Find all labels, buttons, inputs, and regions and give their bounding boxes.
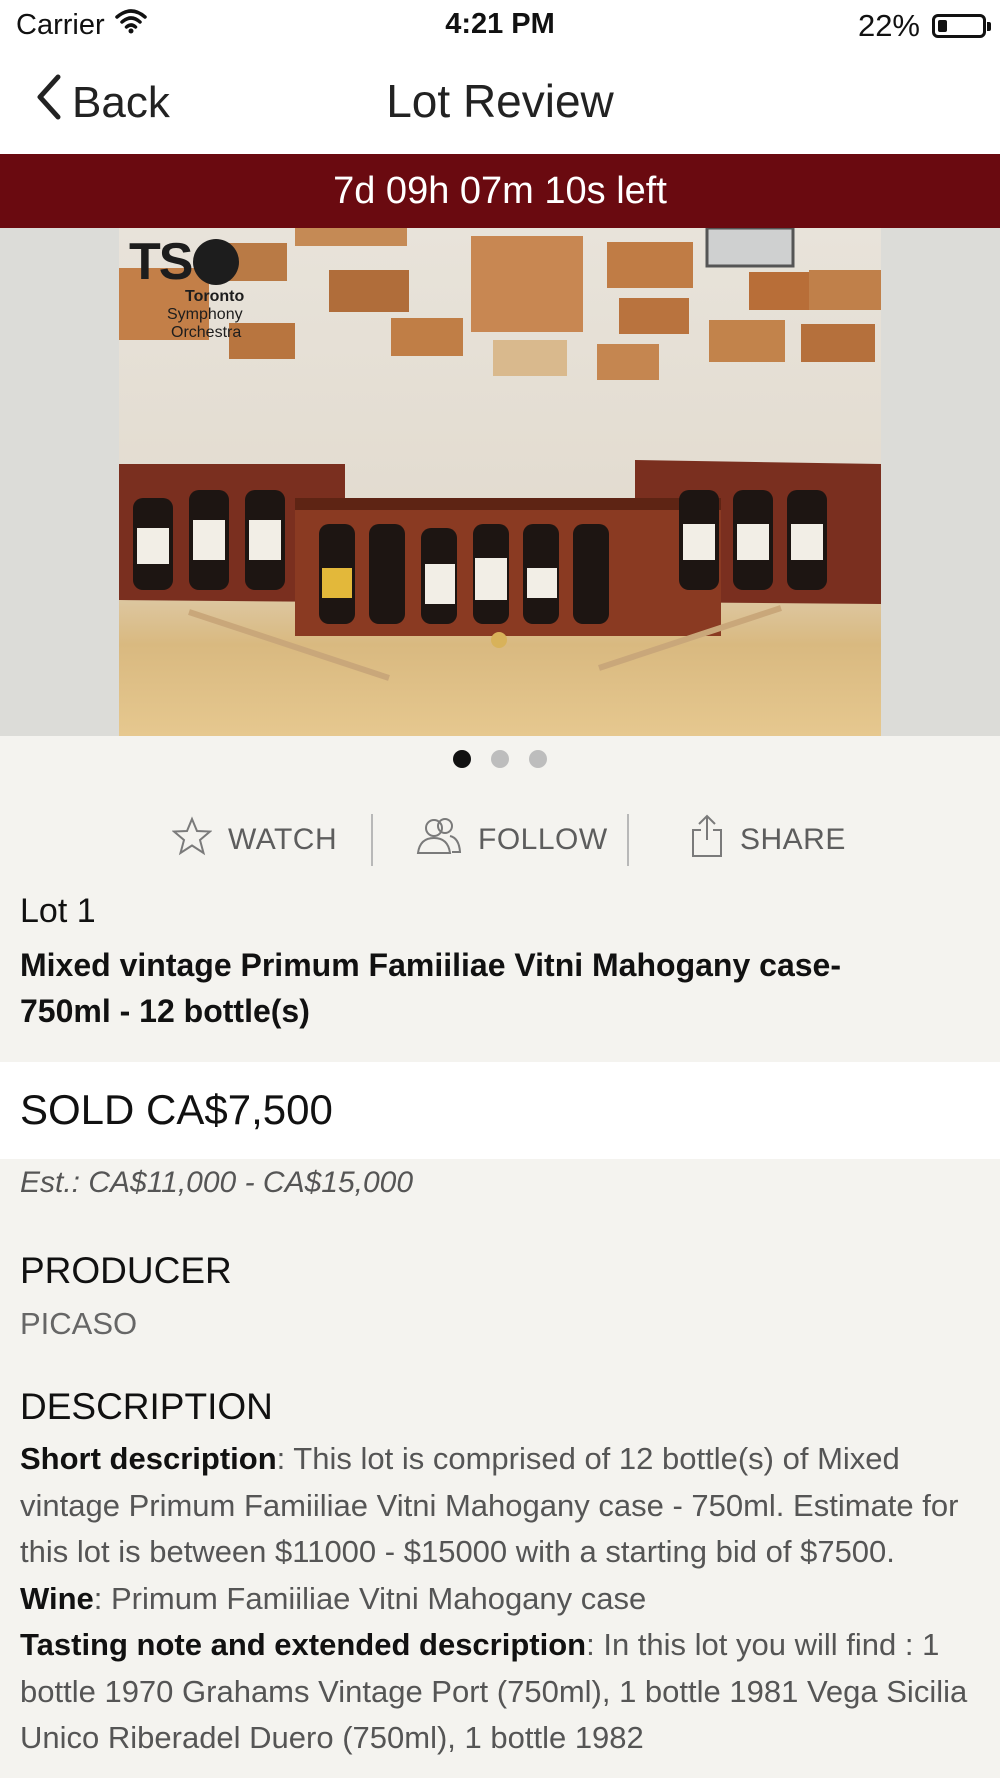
logo-text-2: Symphony	[167, 306, 243, 323]
follow-button[interactable]: FOLLOW	[414, 810, 608, 870]
lot-image-gallery[interactable]: TS Toronto Symphony Orchestra	[0, 228, 1000, 736]
sold-price-box: SOLD CA$7,500	[0, 1062, 1000, 1159]
gallery-pager[interactable]	[0, 750, 1000, 770]
battery-fill	[938, 20, 947, 32]
status-right: 22%	[857, 8, 991, 44]
divider	[371, 814, 373, 866]
status-time: 4:21 PM	[445, 8, 555, 40]
lot-title: Mixed vintage Primum Famiiliae Vitni Mah…	[20, 947, 841, 1029]
follow-label: FOLLOW	[478, 823, 608, 856]
status-bar: Carrier 4:21 PM 22%	[0, 0, 1000, 50]
countdown-banner: 7d 09h 07m 10s left	[0, 154, 1000, 228]
people-icon	[414, 816, 462, 864]
share-icon	[690, 814, 724, 866]
description-body: Short description: This lot is comprised…	[20, 1436, 980, 1762]
share-label: SHARE	[740, 823, 846, 856]
lot-actions: WATCH FOLLOW SHARE	[0, 810, 1000, 870]
share-button[interactable]: SHARE	[690, 810, 846, 870]
pager-dot[interactable]	[529, 750, 547, 768]
producer-value: PICASO	[20, 1306, 138, 1341]
description-heading: DESCRIPTION	[20, 1386, 273, 1427]
pager-dot[interactable]	[453, 750, 471, 768]
logo-text-1: Toronto	[185, 288, 245, 305]
wine-label: Wine	[20, 1580, 94, 1616]
sold-price: SOLD CA$7,500	[20, 1086, 333, 1133]
orchestra-logo: TS Toronto Symphony Orchestra	[129, 232, 249, 342]
divider	[627, 814, 629, 866]
navigation-bar: Back Lot Review	[0, 50, 1000, 154]
battery-icon	[932, 14, 991, 38]
watch-button[interactable]: WATCH	[171, 810, 338, 870]
lot-number: Lot 1	[20, 892, 96, 930]
logo-circle-icon	[193, 239, 240, 285]
battery-percent: 22%	[857, 8, 920, 43]
watch-label: WATCH	[228, 823, 338, 856]
tasting-note-label: Tasting note and extended description	[20, 1627, 587, 1662]
estimate: Est.: CA$11,000 - CA$15,000	[20, 1166, 414, 1199]
page-title: Lot Review	[386, 75, 614, 127]
short-description-label: Short description	[20, 1441, 277, 1476]
logo-text-3: Orchestra	[171, 324, 242, 341]
producer-heading: PRODUCER	[20, 1250, 232, 1291]
pager-dot[interactable]	[491, 750, 509, 768]
logo-mark: TS	[129, 233, 193, 291]
wine-text: : Primum Famiiliae Vitni Mahogany case	[93, 1580, 647, 1616]
star-icon	[171, 816, 213, 864]
lot-photo: TS Toronto Symphony Orchestra	[119, 228, 881, 736]
